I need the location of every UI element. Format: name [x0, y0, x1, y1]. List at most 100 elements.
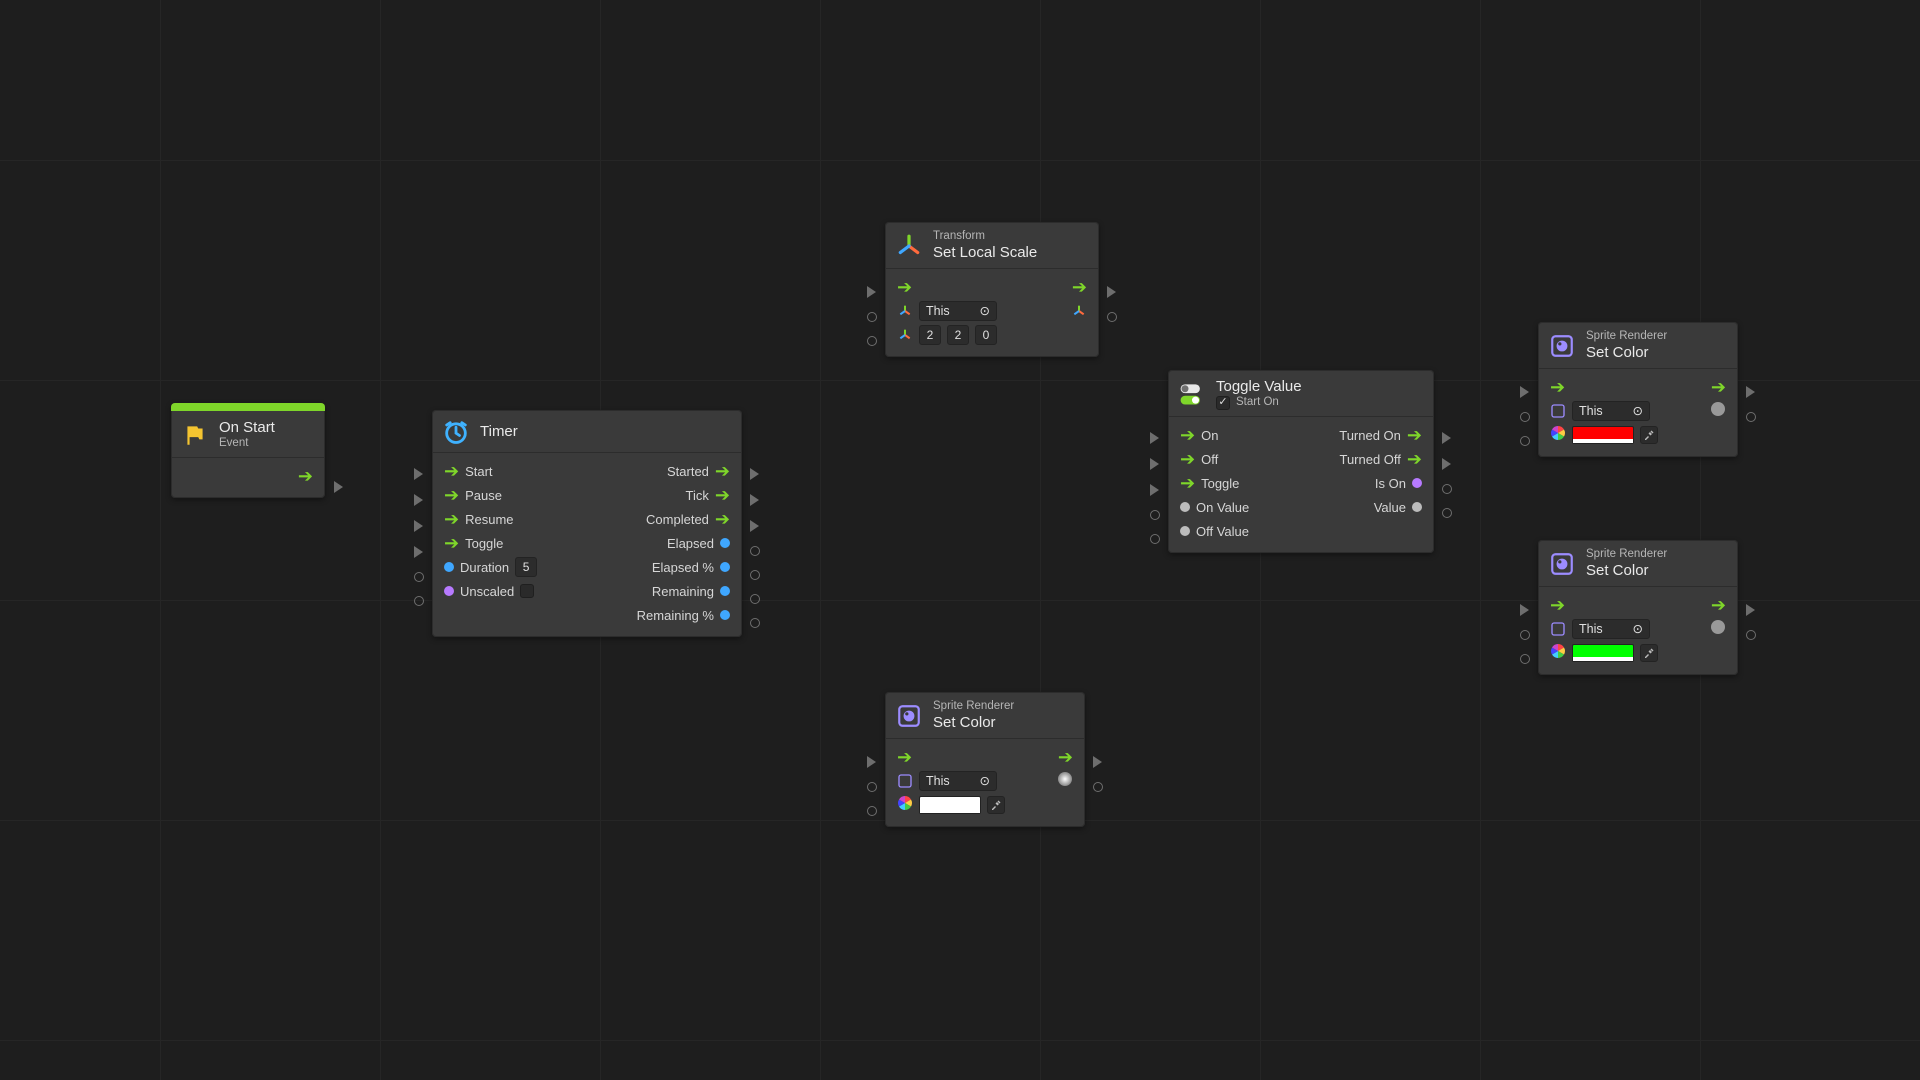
- target-field[interactable]: This ⊙: [1572, 401, 1650, 421]
- exec-in-port[interactable]: [867, 756, 876, 768]
- exec-out-icon[interactable]: [1407, 450, 1422, 468]
- eyedropper-button[interactable]: [1640, 644, 1658, 662]
- data-in-port[interactable]: [1520, 412, 1530, 422]
- data-out-port[interactable]: [1093, 782, 1103, 792]
- exec-out-icon[interactable]: [1058, 748, 1073, 766]
- target-picker-icon: ⊙: [1633, 403, 1643, 418]
- exec-in-icon[interactable]: [1180, 474, 1195, 492]
- exec-in-port[interactable]: [414, 520, 423, 532]
- data-out-port[interactable]: [1442, 484, 1452, 494]
- exec-in-icon[interactable]: [1550, 378, 1565, 396]
- data-out-port[interactable]: [1746, 412, 1756, 422]
- exec-out-icon[interactable]: [715, 486, 730, 504]
- data-out-port[interactable]: [750, 594, 760, 604]
- exec-out-icon[interactable]: [715, 510, 730, 528]
- exec-out-port[interactable]: [1442, 432, 1451, 444]
- data-out-port[interactable]: [1442, 508, 1452, 518]
- data-out-port[interactable]: [1107, 312, 1117, 322]
- exec-in-icon[interactable]: [1180, 426, 1195, 444]
- exec-in-port[interactable]: [1520, 386, 1529, 398]
- target-field[interactable]: This⊙: [919, 771, 997, 791]
- data-in-port[interactable]: [867, 336, 877, 346]
- node-on-start[interactable]: On Start Event: [171, 403, 325, 498]
- data-out-port[interactable]: [720, 586, 730, 596]
- data-in-port[interactable]: [867, 782, 877, 792]
- node-set-local-scale[interactable]: Transform Set Local Scale This⊙ 2 2 0: [885, 222, 1099, 357]
- exec-in-icon[interactable]: [897, 278, 912, 296]
- exec-out-icon[interactable]: [1407, 426, 1422, 444]
- node-timer[interactable]: Timer Start Started Pause Tick Resume Co…: [432, 410, 742, 637]
- data-in-port[interactable]: [1520, 436, 1530, 446]
- exec-in-port[interactable]: [1150, 458, 1159, 470]
- duration-input[interactable]: 5: [515, 557, 537, 577]
- data-out-port[interactable]: [1412, 478, 1422, 488]
- exec-out-icon[interactable]: [715, 462, 730, 480]
- exec-in-port[interactable]: [867, 286, 876, 298]
- node-set-color-red[interactable]: Sprite RendererSet Color This⊙: [1538, 322, 1738, 457]
- data-in-port[interactable]: [867, 806, 877, 816]
- node-toggle-value[interactable]: Toggle Value Start On On Turned On Off T…: [1168, 370, 1434, 553]
- scale-z-input[interactable]: 0: [975, 325, 997, 345]
- exec-in-port[interactable]: [414, 494, 423, 506]
- exec-in-icon[interactable]: [444, 510, 459, 528]
- exec-out-port[interactable]: [1442, 458, 1451, 470]
- data-in-port[interactable]: [1180, 526, 1190, 536]
- sprite-renderer-icon: [1548, 550, 1576, 578]
- exec-out-icon[interactable]: [1072, 278, 1087, 296]
- exec-out-port[interactable]: [1093, 756, 1102, 768]
- exec-out-icon[interactable]: [298, 467, 313, 485]
- exec-out-port[interactable]: [750, 494, 759, 506]
- data-in-port[interactable]: [1180, 502, 1190, 512]
- data-in-port[interactable]: [1150, 534, 1160, 544]
- exec-in-icon[interactable]: [1180, 450, 1195, 468]
- data-in-port[interactable]: [414, 572, 424, 582]
- scale-x-input[interactable]: 2: [919, 325, 941, 345]
- data-out-port[interactable]: [720, 610, 730, 620]
- exec-in-port[interactable]: [1520, 604, 1529, 616]
- exec-in-port[interactable]: [414, 546, 423, 558]
- exec-out-port[interactable]: [750, 520, 759, 532]
- exec-in-icon[interactable]: [897, 748, 912, 766]
- exec-in-icon[interactable]: [444, 462, 459, 480]
- exec-in-port[interactable]: [1150, 432, 1159, 444]
- target-field[interactable]: This⊙: [919, 301, 997, 321]
- target-value: This: [1579, 404, 1603, 418]
- scale-y-input[interactable]: 2: [947, 325, 969, 345]
- data-out-port[interactable]: [1412, 502, 1422, 512]
- exec-out-port[interactable]: [334, 481, 343, 493]
- exec-in-icon[interactable]: [1550, 596, 1565, 614]
- data-in-port[interactable]: [1150, 510, 1160, 520]
- exec-in-port[interactable]: [1150, 484, 1159, 496]
- node-set-color-white[interactable]: Sprite Renderer Set Color This⊙: [885, 692, 1085, 827]
- data-in-port[interactable]: [414, 596, 424, 606]
- exec-out-port[interactable]: [1107, 286, 1116, 298]
- data-in-port[interactable]: [444, 586, 454, 596]
- color-swatch[interactable]: [1572, 644, 1634, 662]
- node-set-color-green[interactable]: Sprite RendererSet Color This⊙: [1538, 540, 1738, 675]
- data-in-port[interactable]: [444, 562, 454, 572]
- color-swatch[interactable]: [1572, 426, 1634, 444]
- color-swatch[interactable]: [919, 796, 981, 814]
- data-out-port[interactable]: [720, 538, 730, 548]
- exec-out-icon[interactable]: [1711, 596, 1726, 614]
- exec-out-icon[interactable]: [1711, 378, 1726, 396]
- data-out-port[interactable]: [720, 562, 730, 572]
- start-on-checkbox[interactable]: [1216, 396, 1230, 410]
- data-out-port[interactable]: [750, 618, 760, 628]
- data-in-port[interactable]: [1520, 630, 1530, 640]
- data-in-port[interactable]: [1520, 654, 1530, 664]
- eyedropper-button[interactable]: [987, 796, 1005, 814]
- exec-in-icon[interactable]: [444, 534, 459, 552]
- exec-in-icon[interactable]: [444, 486, 459, 504]
- eyedropper-button[interactable]: [1640, 426, 1658, 444]
- exec-in-port[interactable]: [414, 468, 423, 480]
- data-in-port[interactable]: [867, 312, 877, 322]
- target-field[interactable]: This⊙: [1572, 619, 1650, 639]
- exec-out-port[interactable]: [750, 468, 759, 480]
- data-out-port[interactable]: [750, 570, 760, 580]
- data-out-port[interactable]: [1746, 630, 1756, 640]
- unscaled-checkbox[interactable]: [520, 584, 534, 598]
- exec-out-port[interactable]: [1746, 604, 1755, 616]
- data-out-port[interactable]: [750, 546, 760, 556]
- exec-out-port[interactable]: [1746, 386, 1755, 398]
